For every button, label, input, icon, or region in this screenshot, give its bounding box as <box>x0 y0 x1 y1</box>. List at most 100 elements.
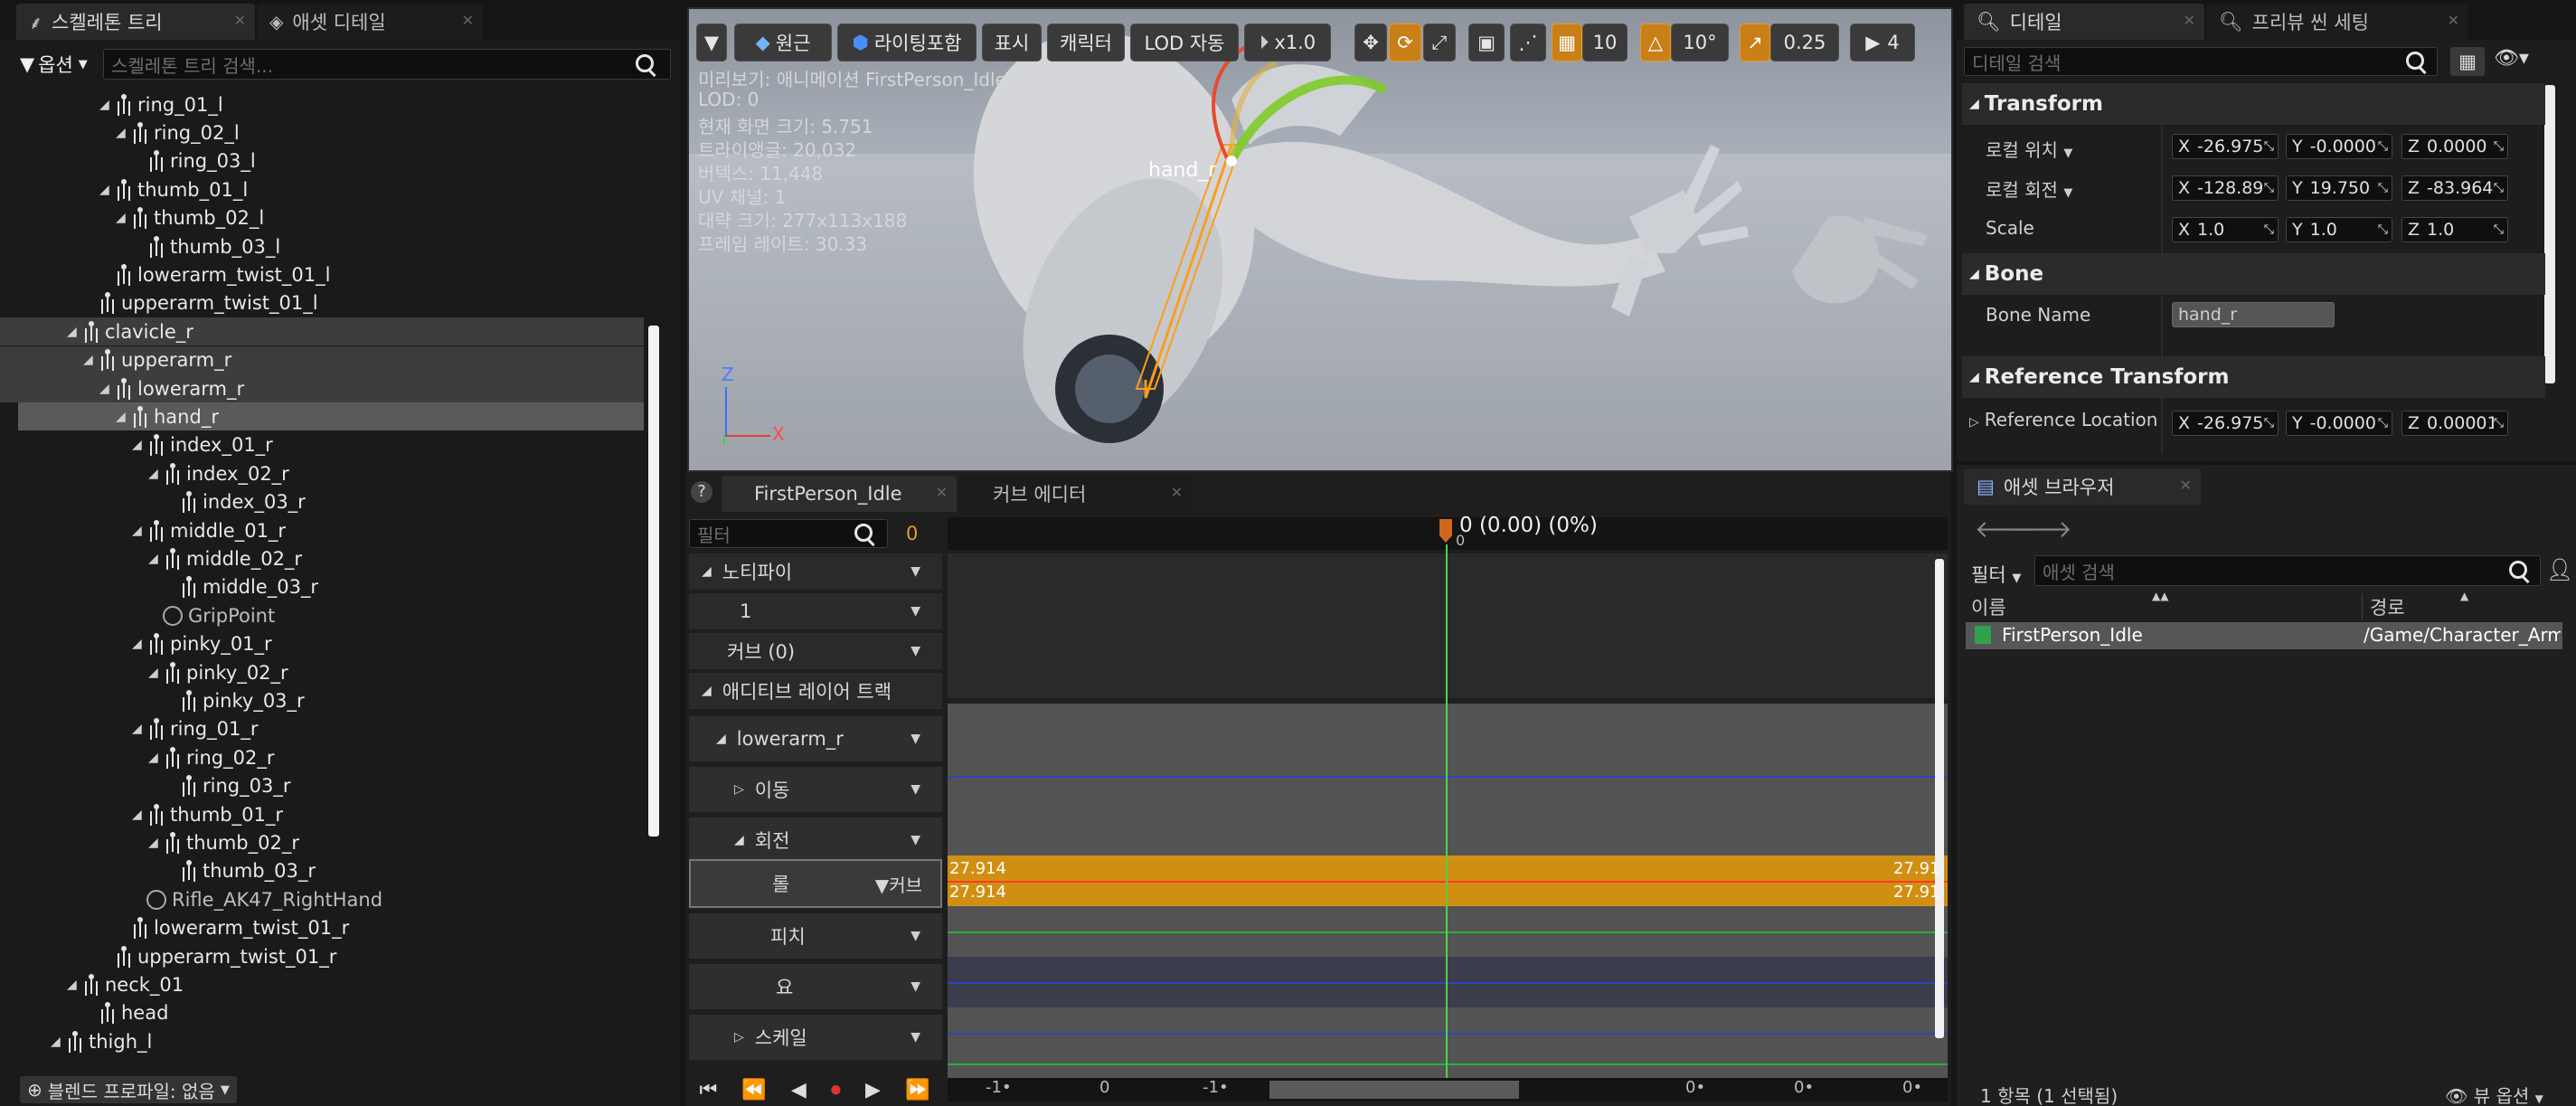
play-icon[interactable]: ▶ <box>865 1079 881 1101</box>
tree-row[interactable]: pinky_03_r <box>0 686 644 714</box>
tab-firstperson-idle[interactable]: FirstPerson_Idle ✕ <box>722 476 957 512</box>
tree-row[interactable]: ◢ index_01_r <box>0 431 644 459</box>
collapse-arrow-icon[interactable]: ◢ <box>116 211 130 225</box>
search-icon[interactable] <box>2509 561 2527 579</box>
collapse-arrow-icon[interactable]: ◢ <box>132 722 146 736</box>
tree-row[interactable]: head <box>0 999 644 1027</box>
perspective-button[interactable]: ◆ 원근 <box>734 24 832 61</box>
reset-arrow-icon[interactable]: ⤡ <box>2263 181 2274 195</box>
scale-size-dropdown[interactable]: 0.25 <box>1770 24 1839 61</box>
collapse-arrow-icon[interactable]: ◢ <box>99 98 114 112</box>
tree-row[interactable]: lowerarm_twist_01_r <box>0 914 644 942</box>
scale-y-field[interactable]: Y 1.0 ⤡ <box>2286 217 2392 242</box>
local-location-label[interactable]: 로컬 위치 ▼ <box>1986 136 2072 162</box>
details-scrollbar[interactable] <box>2544 85 2555 383</box>
translate-tool-button[interactable]: ✥ <box>1354 24 1387 61</box>
notify-lane[interactable] <box>948 553 1948 698</box>
asset-search-input[interactable]: 애셋 검색 <box>2034 555 2541 586</box>
collapse-arrow-icon[interactable]: ◢ <box>99 382 114 396</box>
grid-view-icon[interactable]: ▦ <box>2450 47 2485 76</box>
rotation-y-field[interactable]: Y 19.750 ⤡ <box>2286 175 2392 201</box>
track-filter-input[interactable]: 필터 <box>689 519 888 548</box>
details-search-input[interactable]: 디테일 검색 <box>1964 47 2438 76</box>
track-yaw[interactable]: 요 ▼ <box>689 964 942 1009</box>
search-icon[interactable] <box>2406 52 2424 70</box>
angle-snap-button[interactable]: △ <box>1640 24 1671 61</box>
tree-scrollbar[interactable] <box>648 326 659 837</box>
tab-curve-editor[interactable]: 커브 에디터 ✕ <box>958 476 1192 512</box>
track-curves[interactable]: 커브 (0) ▼ <box>689 633 942 669</box>
track-notify-1[interactable]: 1 ▼ <box>689 593 942 629</box>
location-x-field[interactable]: X -26.975 ⤡ <box>2172 134 2279 159</box>
reset-arrow-icon[interactable]: ⤡ <box>2493 181 2504 195</box>
collapse-arrow-icon[interactable]: ◢ <box>132 524 146 538</box>
search-icon[interactable] <box>636 54 654 72</box>
tree-row[interactable]: ◢ ring_01_l <box>0 90 644 118</box>
collapse-arrow-icon[interactable]: ◢ <box>148 467 163 481</box>
tree-row[interactable]: ◢ thigh_l <box>0 1027 644 1055</box>
chevron-down-icon[interactable]: ▼ <box>911 979 920 994</box>
tree-row[interactable]: ◢ pinky_02_r <box>0 658 644 686</box>
scale-tool-button[interactable]: ⤢ <box>1423 24 1456 61</box>
reference-location-label[interactable]: ▷ Reference Location <box>1969 409 2157 430</box>
surface-snap-button[interactable]: ⋰ <box>1510 24 1546 61</box>
close-icon[interactable]: ✕ <box>2448 12 2459 29</box>
tree-row[interactable]: ◢ thumb_02_l <box>0 204 644 232</box>
reset-arrow-icon[interactable]: ⤡ <box>2493 416 2504 430</box>
lighting-button[interactable]: ⬢ 라이팅포함 <box>837 24 977 61</box>
close-icon[interactable]: ✕ <box>462 12 474 29</box>
tree-row[interactable]: Rifle_AK47_RightHand <box>0 885 644 913</box>
collapse-arrow-icon[interactable]: ◢ <box>148 836 163 850</box>
column-header-name[interactable]: 이름 ▲▲ <box>1971 590 2360 620</box>
asset-row[interactable]: FirstPerson_Idle /Game/Character_Arm <box>1966 622 2562 649</box>
tree-row[interactable]: ◢ thumb_01_r <box>0 800 644 828</box>
tree-row[interactable]: upperarm_twist_01_r <box>0 942 644 970</box>
options-button[interactable]: ▼ 옵션 ▼ <box>20 51 88 78</box>
collapse-arrow-icon[interactable]: ◢ <box>132 637 146 651</box>
section-transform[interactable]: ◢ Transform <box>1962 83 2545 125</box>
curve-dropdown-button[interactable]: ▼커브 <box>875 871 922 897</box>
track-rotation[interactable]: ◢ 회전 ▼ <box>689 818 942 863</box>
reset-arrow-icon[interactable]: ⤡ <box>2263 222 2274 237</box>
collapse-arrow-icon[interactable]: ◢ <box>148 666 163 680</box>
chevron-down-icon[interactable]: ▼ <box>911 604 920 619</box>
world-local-button[interactable]: ▣ <box>1468 24 1505 61</box>
timeline-scroll[interactable]: -1• 0 -1• 0• 0• 0• <box>948 1078 1948 1101</box>
rotation-z-field[interactable]: Z -83.964 ⤡ <box>2401 175 2508 201</box>
lod-button[interactable]: LOD 자동 <box>1130 24 1239 61</box>
tree-row[interactable]: lowerarm_twist_01_l <box>0 260 644 288</box>
tree-row[interactable]: upperarm_twist_01_l <box>0 289 644 317</box>
grid-size-dropdown[interactable]: 10 <box>1582 24 1628 61</box>
scale-x-field[interactable]: X 1.0 ⤡ <box>2172 217 2279 242</box>
reset-arrow-icon[interactable]: ⤡ <box>2377 222 2388 237</box>
tree-row[interactable]: middle_03_r <box>0 573 644 601</box>
close-icon[interactable]: ✕ <box>2184 12 2195 29</box>
collapse-arrow-icon[interactable]: ◢ <box>67 325 81 339</box>
track-translation[interactable]: ▷ 이동 ▼ <box>689 767 942 812</box>
tree-row[interactable]: thumb_03_l <box>0 232 644 260</box>
step-forward-icon[interactable]: ⏩ <box>905 1079 929 1101</box>
eye-icon[interactable]: 👁︎▾ <box>2494 47 2529 70</box>
camera-speed-dropdown[interactable]: ▶ 4 <box>1850 24 1915 61</box>
collapse-arrow-icon[interactable]: ◢ <box>83 353 98 367</box>
tree-row[interactable]: ◢ thumb_01_l <box>0 175 644 203</box>
reset-arrow-icon[interactable]: ⤡ <box>2493 139 2504 154</box>
location-z-field[interactable]: Z 0.0000 ⤡ <box>2401 134 2508 159</box>
tab-asset-browser[interactable]: ▤ 애셋 브라우저 ✕ <box>1964 468 2201 505</box>
reset-arrow-icon[interactable]: ⤡ <box>2263 139 2274 154</box>
track-roll[interactable]: 롤 ▼커브 <box>689 859 942 908</box>
column-header-path[interactable]: 경로 ▲ <box>2362 590 2569 620</box>
blend-profile-dropdown[interactable]: ⊕ 블렌드 프로파일: 없음 ▼ <box>20 1076 237 1103</box>
viewport-options-button[interactable]: ▼ <box>696 24 727 61</box>
track-additive[interactable]: ◢ 애디티브 레이어 트랙 <box>689 673 942 709</box>
ref-location-z-field[interactable]: Z 0.00001 ⤡ <box>2401 411 2508 436</box>
tree-row[interactable]: ◢ middle_01_r <box>0 516 644 544</box>
track-bone-lowerarm[interactable]: ◢ lowerarm_r ▼ <box>689 716 942 761</box>
reset-arrow-icon[interactable]: ⤡ <box>2263 416 2274 430</box>
ref-location-x-field[interactable]: X -26.975 ⤡ <box>2172 411 2279 436</box>
tree-row[interactable]: ◢ lowerarm_r <box>0 374 644 402</box>
tree-row[interactable]: ◢ ring_01_r <box>0 715 644 743</box>
track-notify[interactable]: ◢ 노티파이 ▼ <box>689 553 942 590</box>
timeline-scroll-thumb[interactable] <box>1269 1081 1519 1099</box>
anim-help-icon[interactable]: ? <box>691 481 712 503</box>
